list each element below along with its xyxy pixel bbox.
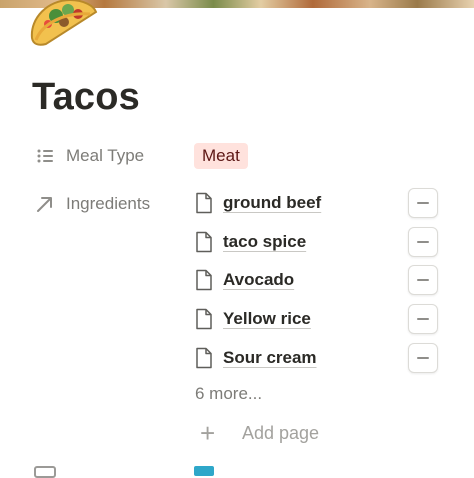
remove-ingredient-button[interactable] [408,265,438,295]
ingredient-label[interactable]: Sour cream [223,348,317,368]
ingredient-label[interactable]: taco spice [223,232,306,252]
taco-icon[interactable] [26,0,102,50]
remove-ingredient-button[interactable] [408,343,438,373]
minus-icon [417,357,429,359]
page-icon [195,347,213,369]
ingredient-label[interactable]: Avocado [223,270,294,290]
property-icon [34,466,56,478]
ingredient-item[interactable]: Yellow rice [195,305,311,333]
page-icon [195,269,213,291]
add-page-label: Add page [242,422,320,443]
ingredient-item[interactable]: Avocado [195,266,294,294]
page-icon [195,192,213,214]
ingredient-item[interactable]: ground beef [195,189,321,217]
list-icon [34,145,56,167]
property-meal-type[interactable]: Meal Type [34,145,144,167]
remove-ingredient-button[interactable] [408,188,438,218]
plus-icon: + [200,418,216,448]
page-icon [195,231,213,253]
ingredient-label[interactable]: Yellow rice [223,309,311,329]
ingredient-item[interactable]: Sour cream [195,344,317,372]
property-name-ingredients: Ingredients [66,194,151,213]
property-ingredients[interactable]: Ingredients [34,193,150,215]
add-page-button[interactable]: + Add page [200,420,319,446]
relation-arrow-icon [34,193,56,215]
property-name-meal-type: Meal Type [66,146,145,165]
page-title[interactable]: Tacos [32,76,140,119]
minus-icon [417,241,429,243]
remove-ingredient-button[interactable] [408,304,438,334]
property-value-indicator[interactable] [194,466,214,476]
page-icon [195,308,213,330]
show-more-link[interactable]: 6 more... [195,384,262,404]
ingredient-label[interactable]: ground beef [223,193,321,213]
minus-icon [417,318,429,320]
remove-ingredient-button[interactable] [408,227,438,257]
meal-type-tag[interactable]: Meat [194,143,248,169]
minus-icon [417,202,429,204]
ingredient-item[interactable]: taco spice [195,228,306,256]
minus-icon [417,279,429,281]
